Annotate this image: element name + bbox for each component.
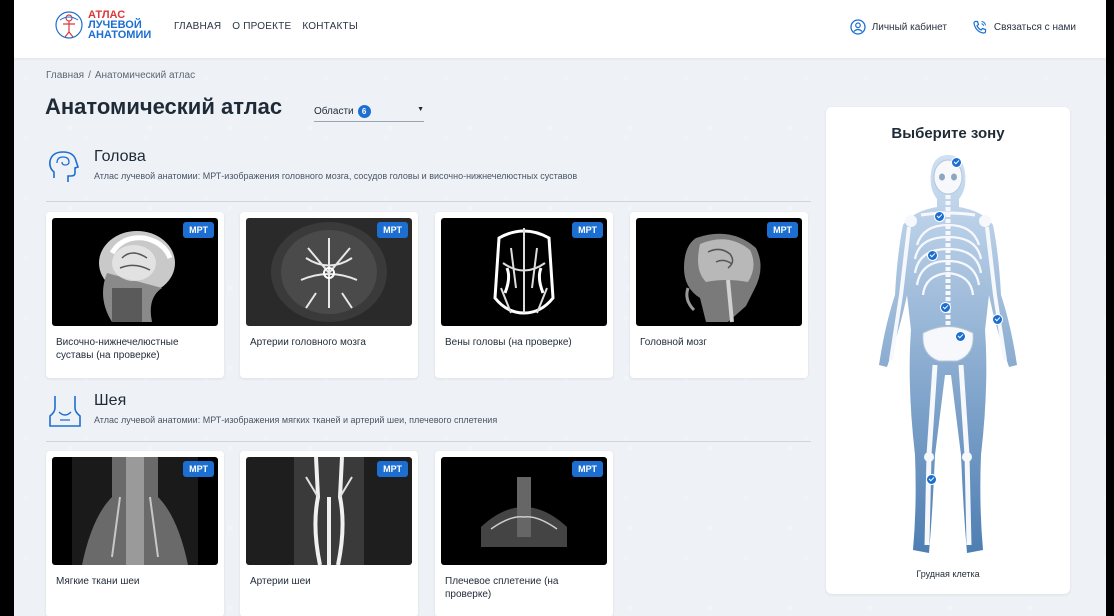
mri-badge: МРТ xyxy=(572,461,603,477)
regions-dropdown[interactable]: Области 6 ▼ xyxy=(314,101,424,122)
account-link[interactable]: Личный кабинет xyxy=(850,19,947,35)
phone-icon xyxy=(973,20,987,34)
section-title-neck: Шея xyxy=(94,392,127,409)
zone-selector-panel: Выберите зону Грудная клетка xyxy=(826,107,1070,594)
card-tmj[interactable]: МРТ Височно-нижнечелюстные суставы (на п… xyxy=(46,212,224,378)
card-neck-soft-tissue[interactable]: МРТ Мягкие ткани шеи xyxy=(46,451,224,616)
breadcrumb-home[interactable]: Главная xyxy=(46,70,84,81)
card-title: Головной мозг xyxy=(640,337,707,348)
zone-pin-neck[interactable] xyxy=(934,211,945,222)
card-title: Вены головы (на проверке) xyxy=(445,337,572,348)
card-title: Артерии головного мозга xyxy=(250,337,366,348)
mri-badge: МРТ xyxy=(572,222,603,238)
breadcrumb-separator: / xyxy=(88,70,91,81)
zone-pin-arm[interactable] xyxy=(992,314,1003,325)
section-neck-header: Шея Атлас лучевой анатомии: МРТ-изображе… xyxy=(46,392,497,430)
app-frame: АТЛАС ЛУЧЕВОЙ АНАТОМИИ ГЛАВНАЯ О ПРОЕКТЕ… xyxy=(14,0,1106,616)
user-icon xyxy=(850,19,866,35)
section-head-header: Голова Атлас лучевой анатомии: МРТ-изобр… xyxy=(46,148,577,186)
logo-line-3: АНАТОМИИ xyxy=(88,29,152,41)
zone-pin-leg[interactable] xyxy=(926,474,937,485)
mri-thumbnail: МРТ xyxy=(636,218,802,326)
nav-home[interactable]: ГЛАВНАЯ xyxy=(174,21,221,32)
section-title-head: Голова xyxy=(94,148,146,165)
mri-thumbnail: МРТ xyxy=(441,457,607,565)
zone-hover-caption: Грудная клетка xyxy=(916,569,980,579)
mri-thumbnail: МРТ xyxy=(52,457,218,565)
mri-badge: МРТ xyxy=(183,222,214,238)
zone-pin-abdomen[interactable] xyxy=(940,302,951,313)
logo-text: АТЛАС ЛУЧЕВОЙ АНАТОМИИ xyxy=(88,10,152,41)
card-title: Артерии шеи xyxy=(250,576,311,587)
card-title: Мягкие ткани шеи xyxy=(56,576,140,587)
card-brachial-plexus[interactable]: МРТ Плечевое сплетение (на проверке) xyxy=(435,451,613,616)
account-label: Личный кабинет xyxy=(871,21,947,33)
section-divider xyxy=(46,201,811,202)
logo[interactable]: АТЛАС ЛУЧЕВОЙ АНАТОМИИ xyxy=(54,10,152,41)
card-neck-arteries[interactable]: МРТ Артерии шеи xyxy=(240,451,418,616)
mri-badge: МРТ xyxy=(183,461,214,477)
card-brain[interactable]: МРТ Головной мозг xyxy=(630,212,808,378)
card-title: Височно-нижнечелюстные суставы (на прове… xyxy=(56,337,179,361)
regions-label: Области xyxy=(314,105,354,117)
chevron-down-icon: ▼ xyxy=(417,106,424,113)
nav-about[interactable]: О ПРОЕКТЕ xyxy=(232,21,291,32)
contact-link[interactable]: Связаться с нами xyxy=(972,19,1076,35)
header-actions: Личный кабинет Связаться с нами xyxy=(850,19,1106,35)
nav-contacts[interactable]: КОНТАКТЫ xyxy=(302,21,358,32)
logo-icon xyxy=(55,11,83,39)
section-divider xyxy=(46,441,811,442)
main-nav: ГЛАВНАЯ О ПРОЕКТЕ КОНТАКТЫ xyxy=(174,21,358,32)
mri-badge: МРТ xyxy=(767,222,798,238)
section-description-neck: Атлас лучевой анатомии: МРТ-изображения … xyxy=(94,415,498,425)
card-brain-arteries[interactable]: МРТ Артерии головного мозга xyxy=(240,212,418,378)
page-title: Анатомический атлас xyxy=(45,94,283,119)
body-skeleton-map[interactable] xyxy=(871,155,1026,560)
mri-thumbnail: МРТ xyxy=(52,218,218,326)
card-head-veins[interactable]: МРТ Вены головы (на проверке) xyxy=(435,212,613,378)
section-description-head: Атлас лучевой анатомии: МРТ-изображения … xyxy=(94,171,578,181)
header: АТЛАС ЛУЧЕВОЙ АНАТОМИИ ГЛАВНАЯ О ПРОЕКТЕ… xyxy=(14,0,1106,58)
mri-thumbnail: МРТ xyxy=(246,457,412,565)
neck-icon xyxy=(49,396,81,427)
mri-thumbnail: МРТ xyxy=(441,218,607,326)
zone-pin-chest[interactable] xyxy=(927,250,938,261)
zone-pin-head[interactable] xyxy=(951,157,962,168)
head-icon xyxy=(49,151,80,182)
zone-panel-title: Выберите зону xyxy=(891,125,1005,142)
mri-thumbnail: МРТ xyxy=(246,218,412,326)
regions-count-badge: 6 xyxy=(357,104,371,118)
breadcrumb-current: Анатомический атлас xyxy=(94,70,196,81)
breadcrumb: Главная / Анатомический атлас xyxy=(46,70,195,81)
contact-label: Связаться с нами xyxy=(993,21,1076,33)
mri-badge: МРТ xyxy=(377,461,408,477)
mri-badge: МРТ xyxy=(377,222,408,238)
zone-pin-pelvis[interactable] xyxy=(955,331,966,342)
card-title: Плечевое сплетение (на проверке) xyxy=(445,576,559,600)
